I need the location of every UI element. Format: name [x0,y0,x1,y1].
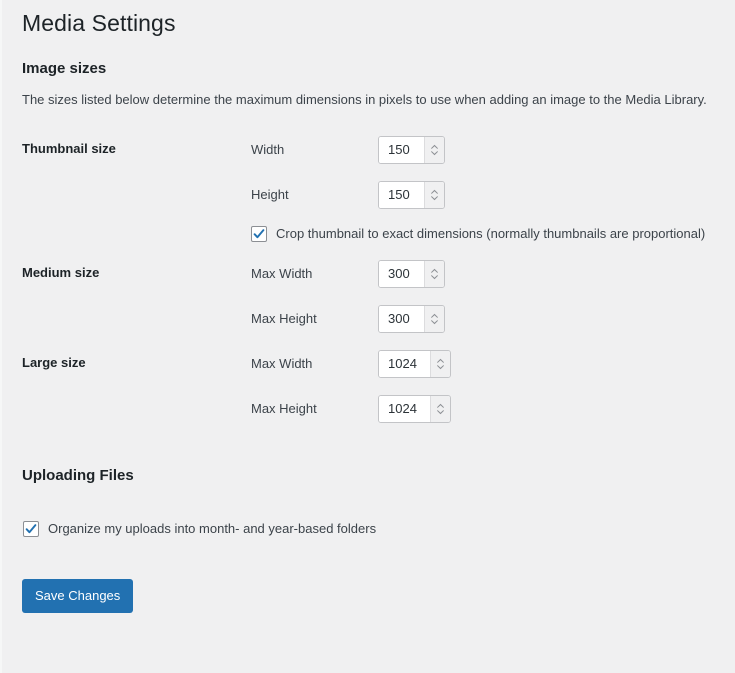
chevron-down-icon [431,274,438,280]
large-max-height-input[interactable]: 1024 [378,394,451,423]
table-row-large-size: Large size Max Width 1024 Max Height 102… [0,341,735,431]
thumbnail-width-input[interactable]: 150 [378,135,445,164]
label-large-max-height: Max Height [251,401,317,417]
medium-max-height-value: 300 [379,305,424,332]
row-label-medium-size: Medium size [22,265,100,281]
medium-max-height-input[interactable]: 300 [378,304,445,333]
submit-area: Save Changes [0,578,735,613]
image-sizes-description: The sizes listed below determine the max… [22,91,707,107]
thumbnail-height-stepper[interactable] [424,181,444,208]
table-row-medium-size: Medium size Max Width 300 Max Height 300 [0,251,735,341]
field-row-thumbnail-height: Height 150 [232,172,735,217]
crop-thumbnail-row[interactable]: Crop thumbnail to exact dimensions (norm… [232,217,735,251]
uploading-files-heading: Uploading Files [22,467,134,485]
field-row-medium-max-width: Max Width 300 [232,251,735,296]
chevron-down-icon [431,319,438,325]
field-row-large-max-width: Max Width 1024 [232,341,735,386]
save-changes-button[interactable]: Save Changes [22,578,134,613]
chevron-up-icon [431,144,438,149]
thumbnail-height-input[interactable]: 150 [378,180,445,209]
label-thumbnail-width: Width [251,142,285,158]
label-medium-max-width: Max Width [251,266,313,282]
image-sizes-heading: Image sizes [22,59,107,77]
page-title: Media Settings [22,10,176,36]
large-max-height-stepper[interactable] [430,395,450,422]
organize-uploads-label: Organize my uploads into month- and year… [48,521,377,537]
field-row-thumbnail-width: Width 150 [232,127,735,172]
medium-max-width-input[interactable]: 300 [378,259,445,288]
checkmark-icon [253,229,265,239]
chevron-up-icon [431,268,438,273]
row-label-large-size: Large size [22,355,86,371]
chevron-up-icon [437,403,444,408]
label-large-max-width: Max Width [251,356,313,372]
organize-uploads-checkbox[interactable] [23,521,39,538]
chevron-up-icon [437,358,444,363]
organize-uploads-row[interactable]: Organize my uploads into month- and year… [0,520,735,538]
chevron-down-icon [431,195,438,201]
chevron-up-icon [431,313,438,318]
media-settings-page: Media Settings Image sizes The sizes lis… [0,0,735,613]
table-row-thumbnail-size: Thumbnail size Width 150 Height 150 Crop… [0,127,735,251]
thumbnail-width-stepper[interactable] [424,136,444,163]
row-fields-thumbnail-size: Width 150 Height 150 Crop thumbnail to e… [232,127,735,251]
row-fields-large-size: Max Width 1024 Max Height 1024 [232,341,735,431]
row-fields-medium-size: Max Width 300 Max Height 300 [232,251,735,341]
label-thumbnail-height: Height [251,187,289,203]
thumbnail-width-value: 150 [379,136,424,163]
uploading-files-section: Uploading Files Organize my uploads into… [0,431,735,538]
crop-thumbnail-checkbox[interactable] [251,226,267,243]
chevron-down-icon [437,364,444,370]
crop-thumbnail-label: Crop thumbnail to exact dimensions (norm… [276,226,706,242]
medium-max-width-value: 300 [379,260,424,287]
chevron-down-icon [431,150,438,156]
label-medium-max-height: Max Height [251,311,317,327]
medium-max-width-stepper[interactable] [424,260,444,287]
chevron-down-icon [437,409,444,415]
large-max-width-stepper[interactable] [430,350,450,377]
field-row-large-max-height: Max Height 1024 [232,386,735,431]
chevron-up-icon [431,189,438,194]
row-label-thumbnail-size: Thumbnail size [22,141,116,157]
large-max-width-value: 1024 [379,350,430,377]
field-row-medium-max-height: Max Height 300 [232,296,735,341]
thumbnail-height-value: 150 [379,181,424,208]
medium-max-height-stepper[interactable] [424,305,444,332]
large-max-width-input[interactable]: 1024 [378,349,451,378]
checkmark-icon [25,524,37,534]
image-sizes-form-table: Thumbnail size Width 150 Height 150 Crop… [0,127,735,431]
large-max-height-value: 1024 [379,395,430,422]
